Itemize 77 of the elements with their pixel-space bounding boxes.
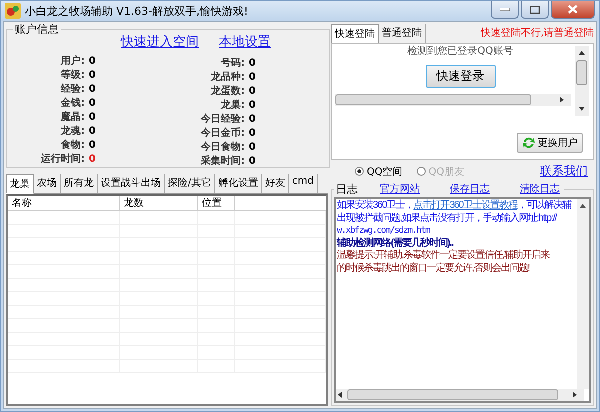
maximize-button[interactable] [521,1,549,19]
field-value: 0 [89,140,96,150]
tab[interactable]: 孵化设置 [215,174,262,193]
horizontal-scrollbar[interactable] [336,389,584,401]
field-value: 0 [89,56,96,66]
field-label: 经验: [60,82,86,96]
refresh-icon [522,136,536,150]
link[interactable]: 快速进入空间 [121,33,199,51]
vertical-scrollbar[interactable] [577,199,589,389]
switch-user-button[interactable]: 更换用户 [517,133,583,153]
close-button[interactable] [551,1,595,19]
field-label: 龙巢: [220,98,246,112]
column-header[interactable]: 位置 [198,196,235,210]
field-label: 号码: [220,57,246,70]
field-label: 今日经验: [200,112,246,126]
field-value: 0 [89,112,96,122]
link[interactable]: 本地设置 [219,33,271,51]
horizontal-scrollbar[interactable] [335,94,571,106]
column-header[interactable]: 龙数 [120,196,198,210]
field-value: 0 [249,114,256,124]
field-label: 等级: [60,68,86,82]
field-value: 0 [89,70,96,80]
link[interactable]: 官方网站 [380,182,420,197]
tab[interactable]: cmd [289,174,318,193]
field-value: 0 [89,84,96,94]
vertical-scrollbar[interactable] [575,46,589,116]
log-line: 如果安装360卫士，点击打开360卫士设置教程，可以解决辅 [337,200,573,212]
window-title: 小白龙之牧场辅助 V1.63-解放双手,愉快游戏! [25,4,250,18]
minimize-icon [500,8,510,12]
quick-login-button[interactable]: 快速登录 [426,65,496,88]
link[interactable]: 保存日志 [450,182,490,197]
field-label: 龙蛋数: [210,84,246,98]
radio-button[interactable]: QQ空间 [355,164,403,178]
field-value: 0 [249,156,256,166]
field-label: 龙品种: [210,70,246,84]
log-line: 辅助检测网络(需要几秒时间).. [337,238,455,250]
log-line: w.xbfzwg.com/sdzm.htm [337,225,432,238]
tab[interactable]: 快速登陆 [331,24,379,44]
tab[interactable]: 所有龙 [61,174,98,193]
tab[interactable]: 探险/其它 [165,174,216,193]
tab[interactable]: 好友 [262,174,290,193]
log-line: 的时候杀毒跳出的窗口一定要允许,否则会出问题! [337,262,531,275]
field-value: 0 [249,72,256,82]
minimize-button[interactable] [491,1,519,19]
tab[interactable]: 设置战斗出场 [98,174,165,193]
field-value: 0 [249,142,256,152]
app-icon [5,3,21,19]
contact-link[interactable]: 联系我们 [540,163,594,180]
field-value: 0 [249,100,256,110]
maximize-icon [530,6,540,14]
login-notice: 检测到您已登录QQ账号 [408,44,514,58]
link[interactable]: 清除日志 [520,182,560,197]
field-value: 0 [89,154,96,164]
group-title: 账户信息 [14,22,60,37]
login-hint: 快速登陆不行,请普通登陆 [480,26,594,41]
link[interactable]: 点击打开360卫士设置教程 [414,200,518,211]
field-value: 0 [89,98,96,108]
column-header[interactable]: 名称 [8,196,120,210]
field-label: 今日金币: [200,126,246,140]
field-value: 0 [89,126,96,136]
field-label: 用户: [60,54,86,68]
field-label: 魔晶: [60,110,86,124]
field-label: 采集时间: [200,154,246,168]
field-value: 0 [249,58,256,68]
field-label: 今日食物: [200,140,246,154]
tab[interactable]: 农场 [34,174,61,193]
field-value: 0 [249,86,256,96]
tab[interactable]: 龙巢 [6,174,34,194]
close-icon [568,5,578,14]
field-value: 0 [249,128,256,138]
field-label: 龙魂: [60,124,86,138]
field-label: 食物: [60,138,86,152]
group-title: 日志 [336,182,358,197]
log-line: 出现被拦截问题,如果点击没有打开，手动输入网址:http:// [337,212,558,225]
field-label: 运行时间: [40,152,86,166]
log-line: 温馨提示:开辅助,杀毒软件一定要设置信任,辅助开启来 [337,250,551,262]
field-label: 金钱: [60,96,86,110]
